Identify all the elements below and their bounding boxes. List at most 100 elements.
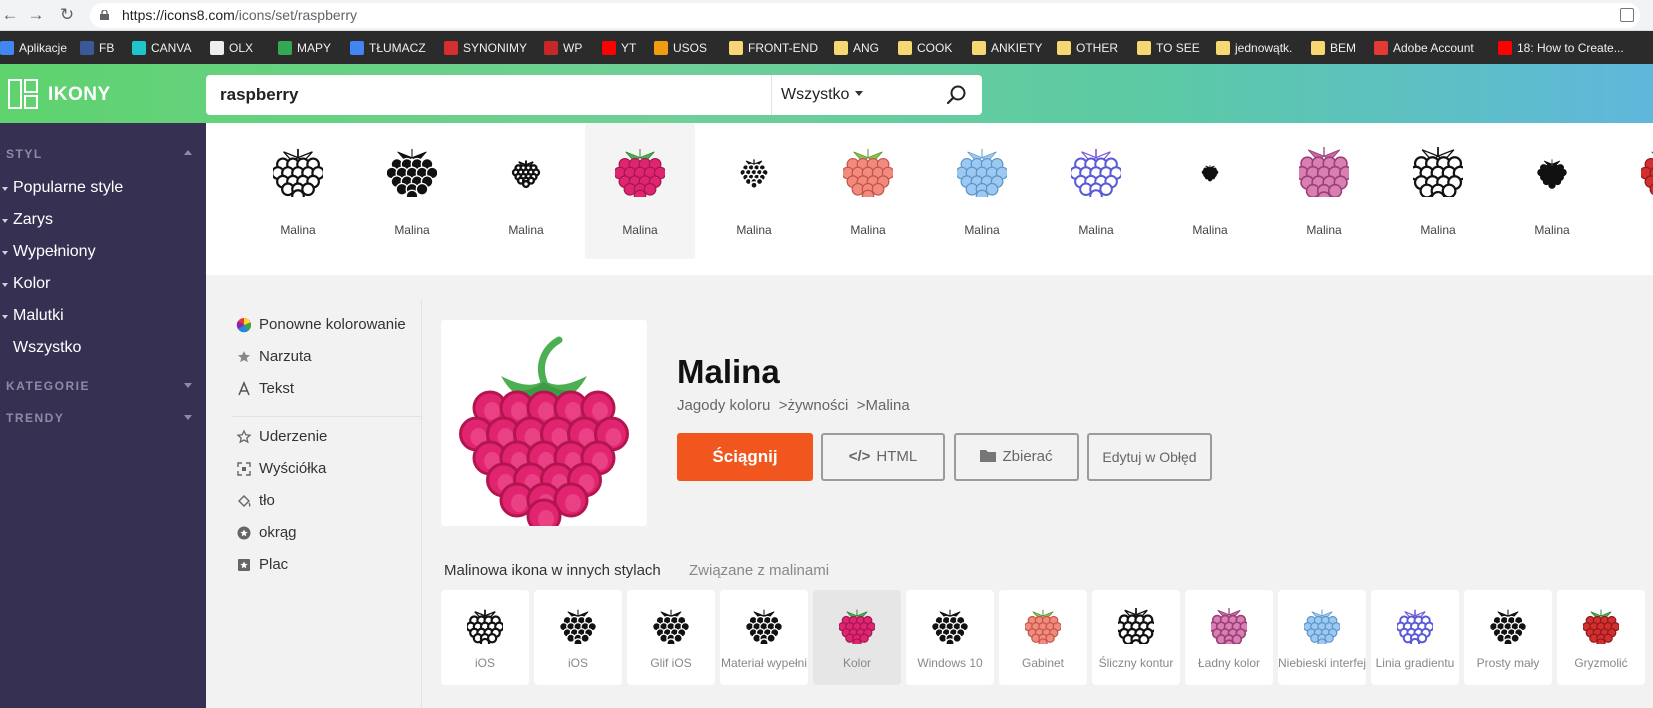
reload-icon[interactable]: ↻ bbox=[57, 5, 77, 25]
icon-result-label: Malina bbox=[1420, 223, 1456, 237]
style-card[interactable]: Ładny kolor bbox=[1185, 590, 1273, 685]
icon-result-card[interactable]: Malina bbox=[699, 123, 809, 259]
bookmark-9[interactable]: YT bbox=[602, 40, 636, 56]
bookmark-label: TŁUMACZ bbox=[369, 41, 426, 55]
icon-result-card[interactable]: Malina bbox=[1155, 123, 1265, 259]
expand-triangle-icon[interactable] bbox=[2, 315, 8, 319]
style-card[interactable]: Gabinet bbox=[999, 590, 1087, 685]
icon-result-card[interactable]: Malina bbox=[1497, 123, 1607, 259]
style-card[interactable]: iOS bbox=[441, 590, 529, 685]
icon-result-card[interactable]: Malina bbox=[927, 123, 1037, 259]
bookmark-4[interactable]: OLX bbox=[210, 40, 253, 56]
sidebar-section-categories[interactable]: KATEGORIE bbox=[6, 379, 90, 393]
icon-result-card[interactable]: Malina bbox=[585, 123, 695, 259]
icon-result-card[interactable]: Malina bbox=[1269, 123, 1379, 259]
bookmark-6[interactable]: TŁUMACZ bbox=[350, 40, 426, 56]
bookmark-19[interactable]: Adobe Account bbox=[1374, 40, 1474, 56]
expand-triangle-icon[interactable] bbox=[2, 187, 8, 191]
icon-result-card[interactable]: Malina bbox=[813, 123, 923, 259]
collapse-arrow-icon[interactable] bbox=[184, 150, 192, 155]
sidebar-section-trends[interactable]: TRENDY bbox=[6, 411, 64, 425]
icon-result-card[interactable]: Malina bbox=[1383, 123, 1493, 259]
sidebar-item-4[interactable]: Kolor bbox=[13, 275, 50, 293]
html-button[interactable]: </> HTML bbox=[821, 433, 945, 481]
bookmark-15[interactable]: OTHER bbox=[1057, 40, 1118, 56]
expand-arrow-icon[interactable] bbox=[184, 415, 192, 420]
breadcrumb-item[interactable]: Jagody koloru bbox=[677, 397, 770, 414]
caret-down-icon bbox=[855, 91, 864, 96]
icon-result-card[interactable]: Malina bbox=[1041, 123, 1151, 259]
search-icon[interactable] bbox=[944, 83, 968, 107]
bookmark-17[interactable]: jednowątk. bbox=[1216, 40, 1292, 56]
sidebar-item-1[interactable]: Popularne style bbox=[13, 179, 123, 197]
expand-triangle-icon[interactable] bbox=[2, 251, 8, 255]
bookmark-10[interactable]: USOS bbox=[654, 40, 707, 56]
bookmark-5[interactable]: MAPY bbox=[278, 40, 331, 56]
forward-arrow-icon[interactable]: → bbox=[26, 5, 46, 25]
category-dropdown[interactable]: Wszystko bbox=[781, 86, 864, 104]
style-card[interactable]: Windows 10 bbox=[906, 590, 994, 685]
raspberry-preview-icon bbox=[459, 336, 629, 534]
bookmark-16[interactable]: TO SEE bbox=[1137, 40, 1200, 56]
url-field[interactable]: https://icons8.com/icons/set/raspberry bbox=[90, 3, 1640, 28]
style-card[interactable]: Materiał wypełni bbox=[720, 590, 808, 685]
breadcrumb-item[interactable]: Malina bbox=[865, 397, 909, 414]
bookmark-label: OTHER bbox=[1076, 41, 1118, 55]
sidebar-item-5[interactable]: Malutki bbox=[13, 307, 64, 325]
search-input[interactable] bbox=[220, 85, 760, 105]
icons8-logo-icon[interactable] bbox=[8, 79, 38, 109]
bookmark-8[interactable]: WP bbox=[544, 40, 582, 56]
style-card-label: Linia gradientu bbox=[1375, 656, 1455, 670]
style-card-label: Gabinet bbox=[1021, 656, 1065, 670]
tab-other-styles[interactable]: Malinowa ikona w innych stylach bbox=[444, 562, 661, 579]
bookmark-13[interactable]: COOK bbox=[898, 40, 952, 56]
collect-button[interactable]: Zbierać bbox=[954, 433, 1079, 481]
raspberry-icon bbox=[511, 160, 541, 189]
style-card-label: Ładny kolor bbox=[1197, 656, 1261, 670]
style-card[interactable]: Gryzmolić bbox=[1557, 590, 1645, 685]
expand-arrow-icon[interactable] bbox=[184, 383, 192, 388]
translate-page-icon[interactable] bbox=[1620, 8, 1634, 22]
style-card[interactable]: iOS bbox=[534, 590, 622, 685]
style-card[interactable]: Kolor bbox=[813, 590, 901, 685]
style-card[interactable]: Niebieski interfej bbox=[1278, 590, 1366, 685]
bookmark-3[interactable]: CANVA bbox=[132, 40, 191, 56]
bookmark-14[interactable]: ANKIETY bbox=[972, 40, 1042, 56]
collect-button-label: Zbierać bbox=[1002, 448, 1053, 465]
bookmark-12[interactable]: ANG bbox=[834, 40, 879, 56]
icon-result-card[interactable]: Malina bbox=[357, 123, 467, 259]
folder-icon bbox=[1216, 41, 1230, 55]
bookmark-11[interactable]: FRONT-END bbox=[729, 40, 818, 56]
sidebar-item-6[interactable]: Wszystko bbox=[13, 339, 81, 357]
bookmark-18[interactable]: BEM bbox=[1311, 40, 1356, 56]
raspberry-icon bbox=[957, 148, 1007, 197]
icon-result-card[interactable]: M bbox=[1611, 123, 1653, 259]
style-card-label: iOS bbox=[567, 656, 588, 670]
breadcrumb-item[interactable]: żywności bbox=[788, 397, 849, 414]
logo-text[interactable]: IKONY bbox=[48, 84, 111, 106]
text-icon bbox=[238, 381, 250, 396]
sidebar-item-3[interactable]: Wypełniony bbox=[13, 243, 96, 261]
style-card[interactable]: Śliczny kontur bbox=[1092, 590, 1180, 685]
bookmark-20[interactable]: 18: How to Create... bbox=[1498, 40, 1624, 56]
bookmark-7[interactable]: SYNONIMY bbox=[444, 40, 527, 56]
style-card[interactable]: Glif iOS bbox=[627, 590, 715, 685]
edit-in-mega-creator-button[interactable]: Edytuj w Obłęd bbox=[1087, 433, 1212, 481]
icon-result-label: Malina bbox=[622, 223, 658, 237]
sidebar-item-2[interactable]: Zarys bbox=[13, 211, 53, 229]
bookmark-2[interactable]: FB bbox=[80, 40, 114, 56]
bookmark-label: TO SEE bbox=[1156, 41, 1200, 55]
bookmark-1[interactable]: Aplikacje bbox=[0, 40, 67, 56]
sidebar-section-style[interactable]: STYL bbox=[6, 147, 43, 161]
bookmark-label: Adobe Account bbox=[1393, 41, 1474, 55]
expand-triangle-icon[interactable] bbox=[2, 283, 8, 287]
style-card[interactable]: Linia gradientu bbox=[1371, 590, 1459, 685]
icon-result-card[interactable]: Malina bbox=[243, 123, 353, 259]
icon-result-card[interactable]: Malina bbox=[471, 123, 581, 259]
download-button[interactable]: Ściągnij bbox=[677, 433, 813, 481]
tab-related[interactable]: Związane z malinami bbox=[689, 562, 829, 579]
expand-triangle-icon[interactable] bbox=[2, 219, 8, 223]
folder-icon bbox=[729, 41, 743, 55]
style-card[interactable]: Prosty mały bbox=[1464, 590, 1552, 685]
back-arrow-icon[interactable]: ← bbox=[0, 5, 20, 25]
